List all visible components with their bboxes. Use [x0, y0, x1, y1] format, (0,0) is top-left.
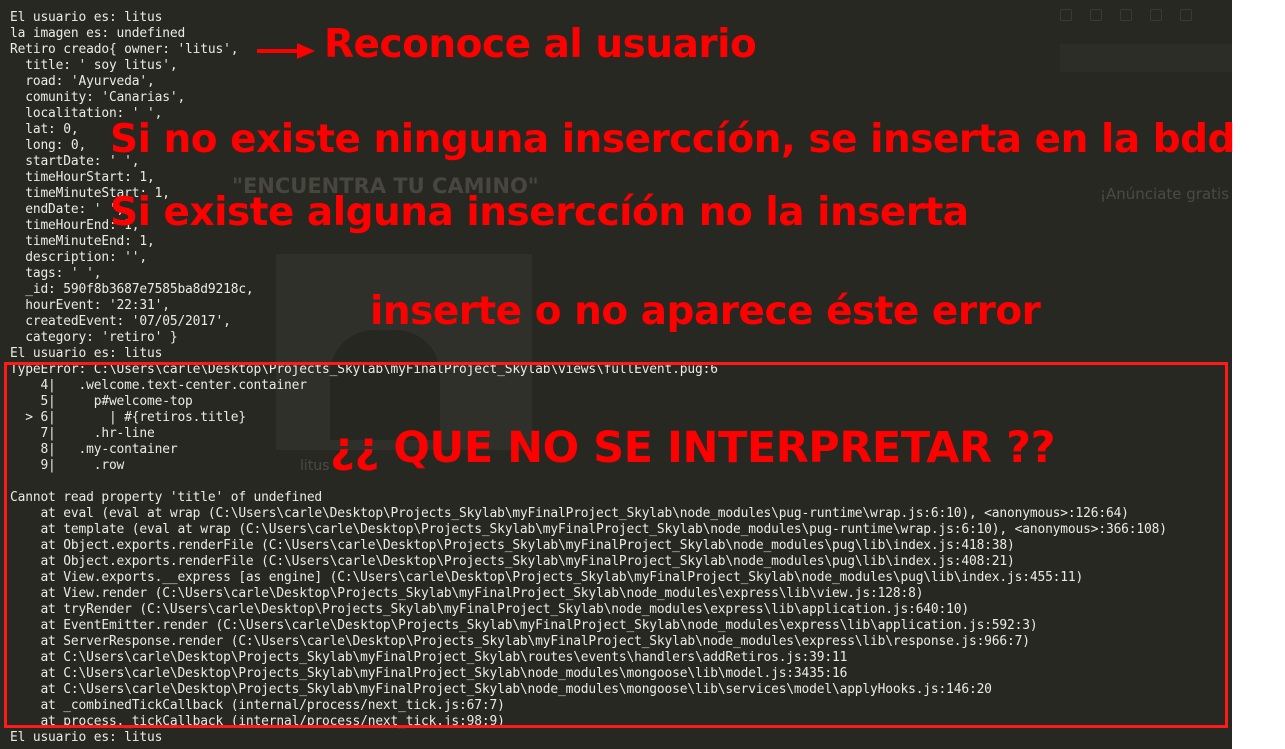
terminal-line: comunity: 'Canarias', — [10, 90, 186, 105]
terminal-line: at process._tickCallback (internal/proce… — [10, 714, 505, 729]
terminal-line: 5| p#welcome-top — [10, 394, 193, 409]
annotation-no-insert: Si existe alguna inserccíón no la insert… — [110, 190, 969, 235]
terminal-line: at EventEmitter.render (C:\Users\carle\D… — [10, 618, 1038, 633]
terminal-line: at View.exports.__express [as engine] (C… — [10, 570, 1084, 585]
terminal-line: timeMinuteEnd: 1, — [10, 234, 155, 249]
terminal-line: timeHourStart: 1, — [10, 170, 155, 185]
terminal-line: at _combinedTickCallback (internal/proce… — [10, 698, 505, 713]
terminal-line: Cannot read property 'title' of undefine… — [10, 490, 323, 505]
terminal-window[interactable]: "ENCUENTRA TU CAMINO" ¡Anúnciate gratis … — [0, 0, 1232, 749]
terminal-line: at C:\Users\carle\Desktop\Projects_Skyla… — [10, 666, 848, 681]
terminal-line: at Object.exports.renderFile (C:\Users\c… — [10, 538, 1015, 553]
terminal-line: at View.render (C:\Users\carle\Desktop\P… — [10, 586, 924, 601]
annotation-question: ¿¿ QUE NO SE INTERPRETAR ?? — [330, 423, 1056, 473]
terminal-line: tags: ' ', — [10, 266, 102, 281]
terminal-line: at ServerResponse.render (C:\Users\carle… — [10, 634, 1030, 649]
arrow-right-icon — [257, 43, 315, 59]
terminal-line: TypeError: C:\Users\carle\Desktop\Projec… — [10, 362, 718, 377]
terminal-line: description: '', — [10, 250, 147, 265]
terminal-line: at C:\Users\carle\Desktop\Projects_Skyla… — [10, 682, 992, 697]
terminal-line: road: 'Ayurveda', — [10, 74, 155, 89]
annotation-insert: Si no existe ninguna inserccíón, se inse… — [110, 117, 1235, 162]
terminal-line: El usuario es: litus — [10, 730, 163, 745]
terminal-line: El usuario es: litus — [10, 346, 163, 361]
annotation-user: Reconoce al usuario — [324, 22, 757, 67]
terminal-line: at C:\Users\carle\Desktop\Projects_Skyla… — [10, 650, 848, 665]
terminal-line: at eval (eval at wrap (C:\Users\carle\De… — [10, 506, 1129, 521]
terminal-line: at tryRender (C:\Users\carle\Desktop\Pro… — [10, 602, 969, 617]
terminal-line: at template (eval at wrap (C:\Users\carl… — [10, 522, 1167, 537]
terminal-line: at Object.exports.renderFile (C:\Users\c… — [10, 554, 1015, 569]
terminal-line: 4| .welcome.text-center.container — [10, 378, 307, 393]
annotation-error: inserte o no aparece éste error — [370, 289, 1041, 334]
